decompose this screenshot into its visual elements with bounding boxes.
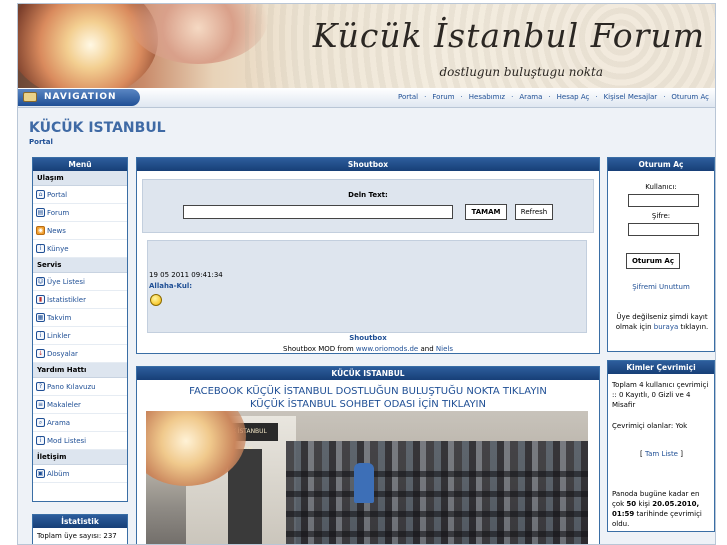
full-list: [ Tam Liste ] bbox=[640, 450, 683, 458]
online-record: Panoda bugüne kadar en çok 50 kişi 20.05… bbox=[612, 490, 702, 528]
menu-item-news[interactable]: ◉ News bbox=[33, 222, 127, 240]
breadcrumb[interactable]: Portal bbox=[29, 138, 53, 146]
password-input[interactable] bbox=[628, 223, 699, 236]
navigation-bar: NAVIGATION Portal · Forum · Hesabımız · Ara… bbox=[18, 88, 715, 108]
calendar-icon: ▦ bbox=[36, 313, 45, 322]
chat-room-link[interactable]: KÜÇÜK İSTANBUL SOHBET ODASI İÇİN TIKLAYI… bbox=[137, 399, 599, 410]
forgot-password-link[interactable]: Şifremi Unuttum bbox=[608, 283, 714, 291]
help-icon: ? bbox=[36, 382, 45, 391]
photo-person bbox=[354, 463, 374, 503]
shoutbox-panel: Shoutbox Deln Text: TAMAM Refresh 19 05 … bbox=[136, 157, 600, 354]
info-icon: i bbox=[36, 331, 45, 340]
menu-item-search[interactable]: ⌕ Arama bbox=[33, 414, 127, 432]
facebook-link[interactable]: FACEBOOK KÜÇÜK İSTANBUL DOSTLUĞUN BULUŞT… bbox=[137, 386, 599, 397]
nav-link-register[interactable]: Hesap Aç bbox=[557, 93, 590, 101]
banner-title: Kücük İstanbul Forum bbox=[312, 16, 705, 55]
info-icon: i bbox=[36, 436, 45, 445]
online-users: Çevrimiçi olanlar: Yok bbox=[612, 422, 688, 430]
who-is-online-panel: Kimler Çevrimiçi Toplam 4 kullanıcı çevr… bbox=[607, 360, 715, 532]
menu-item-statistics[interactable]: ▮ İstatistikler bbox=[33, 291, 127, 309]
password-label: Şifre: bbox=[651, 212, 671, 220]
nav-link-login[interactable]: Oturum Aç bbox=[671, 93, 709, 101]
register-prompt: Üye değilseniz şimdi kayıt olmak için bu… bbox=[615, 313, 709, 331]
statistics-total-members: Toplam üye sayısı: 237 bbox=[37, 532, 117, 540]
login-title: Oturum Aç bbox=[608, 158, 714, 171]
download-icon: ↓ bbox=[36, 349, 45, 358]
kucuk-istanbul-title: KÜCÜK ISTANBUL bbox=[137, 367, 599, 380]
menu-item-mod-list[interactable]: i Mod Listesi bbox=[33, 432, 127, 450]
shoutbox-messages[interactable]: 19 05 2011 09:41:34 Allaha-Kul: bbox=[147, 240, 587, 333]
venue-photo: KÜÇÜK İSTANBUL PAVYON bbox=[146, 411, 588, 544]
menu-item-memberlist[interactable]: ☺ Üye Listesi bbox=[33, 273, 127, 291]
page-frame: Kücük İstanbul Forum dostlugun buluştugu… bbox=[17, 3, 716, 545]
menu-panel: Menü Ulaşım ⌂ Portal ▤ Forum ◉ News i Künye … bbox=[32, 157, 128, 502]
nav-link-portal[interactable]: Portal bbox=[398, 93, 418, 101]
credit-site-link[interactable]: www.oriomods.de bbox=[356, 345, 418, 353]
nav-link-search[interactable]: Arama bbox=[519, 93, 542, 101]
nav-links: Portal · Forum · Hesabımız · Arama · Hesap A… bbox=[397, 93, 709, 101]
statistics-panel: İstatistik Toplam üye sayısı: 237 bbox=[32, 514, 128, 544]
shoutbox-message-user[interactable]: Allaha-Kul: bbox=[149, 282, 192, 290]
album-icon: ▣ bbox=[36, 469, 45, 478]
info-icon: i bbox=[36, 244, 45, 253]
shoutbox-text-input[interactable] bbox=[183, 205, 453, 219]
menu-item-album[interactable]: ▣ Albüm bbox=[33, 465, 127, 483]
menu-section-yardim: Yardım Hattı bbox=[33, 363, 127, 378]
menu-item-kunye[interactable]: i Künye bbox=[33, 240, 127, 258]
envelope-icon bbox=[23, 92, 37, 102]
username-input[interactable] bbox=[628, 194, 699, 207]
site-title[interactable]: KÜCÜK ISTANBUL bbox=[29, 120, 166, 136]
shoutbox-credit: Shoutbox MOD from www.oriomods.de and Ni… bbox=[283, 345, 453, 353]
menu-section-servis: Servis bbox=[33, 258, 127, 273]
menu-item-calendar[interactable]: ▦ Takvim bbox=[33, 309, 127, 327]
menu-item-files[interactable]: ↓ Dosyalar bbox=[33, 345, 127, 363]
search-icon: ⌕ bbox=[36, 418, 45, 427]
register-link[interactable]: buraya bbox=[654, 323, 678, 331]
forum-icon: ▤ bbox=[36, 208, 45, 217]
photo-crowd-shadow bbox=[286, 461, 588, 544]
login-button[interactable]: Oturum Aç bbox=[626, 253, 680, 269]
members-icon: ☺ bbox=[36, 277, 45, 286]
navigation-badge-label: NAVIGATION bbox=[44, 92, 117, 102]
kucuk-istanbul-panel: KÜCÜK ISTANBUL FACEBOOK KÜÇÜK İSTANBUL D… bbox=[136, 366, 600, 544]
shoutbox-refresh-button[interactable]: Refresh bbox=[515, 204, 553, 220]
shoutbox-submit-button[interactable]: TAMAM bbox=[465, 204, 507, 220]
shoutbox-title: Shoutbox bbox=[137, 158, 599, 171]
nav-link-forum[interactable]: Forum bbox=[432, 93, 454, 101]
credit-author-link[interactable]: Niels bbox=[436, 345, 453, 353]
statistics-title: İstatistik bbox=[33, 515, 127, 528]
login-panel: Oturum Aç Kullanıcı: Şifre: Oturum Aç Şi… bbox=[607, 157, 715, 352]
menu-item-forum[interactable]: ▤ Forum bbox=[33, 204, 127, 222]
menu-section-ulasim: Ulaşım bbox=[33, 171, 127, 186]
full-list-link[interactable]: Tam Liste bbox=[645, 450, 678, 458]
chart-icon: ▮ bbox=[36, 295, 45, 304]
shoutbox-input-label: Deln Text: bbox=[348, 191, 388, 199]
document-icon: ≡ bbox=[36, 400, 45, 409]
forum-banner[interactable]: Kücük İstanbul Forum dostlugun buluştugu… bbox=[18, 4, 715, 88]
shoutbox-footer-link[interactable]: Shoutbox bbox=[137, 334, 599, 342]
username-label: Kullanıcı: bbox=[645, 183, 677, 191]
online-summary: Toplam 4 kullanıcı çevrimiçi :: 0 Kayıtl… bbox=[612, 381, 709, 409]
nav-link-private-messages[interactable]: Kişisel Mesajlar bbox=[604, 93, 658, 101]
home-icon: ⌂ bbox=[36, 190, 45, 199]
menu-item-portal[interactable]: ⌂ Portal bbox=[33, 186, 127, 204]
who-is-online-title: Kimler Çevrimiçi bbox=[608, 361, 714, 374]
menu-item-links[interactable]: i Linkler bbox=[33, 327, 127, 345]
menu-title: Menü bbox=[33, 158, 127, 171]
banner-subtitle: dostlugun buluştugu nokta bbox=[439, 65, 603, 79]
shoutbox-message-date: 19 05 2011 09:41:34 bbox=[149, 271, 223, 279]
navigation-badge: NAVIGATION bbox=[18, 89, 140, 106]
menu-item-articles[interactable]: ≡ Makaleler bbox=[33, 396, 127, 414]
rss-icon: ◉ bbox=[36, 226, 45, 235]
smiley-icon bbox=[150, 294, 162, 306]
shoutbox-input-area: Deln Text: TAMAM Refresh bbox=[142, 179, 594, 233]
menu-item-board-guide[interactable]: ? Pano Kılavuzu bbox=[33, 378, 127, 396]
menu-section-iletisim: İletişim bbox=[33, 450, 127, 465]
nav-link-account[interactable]: Hesabımız bbox=[469, 93, 505, 101]
